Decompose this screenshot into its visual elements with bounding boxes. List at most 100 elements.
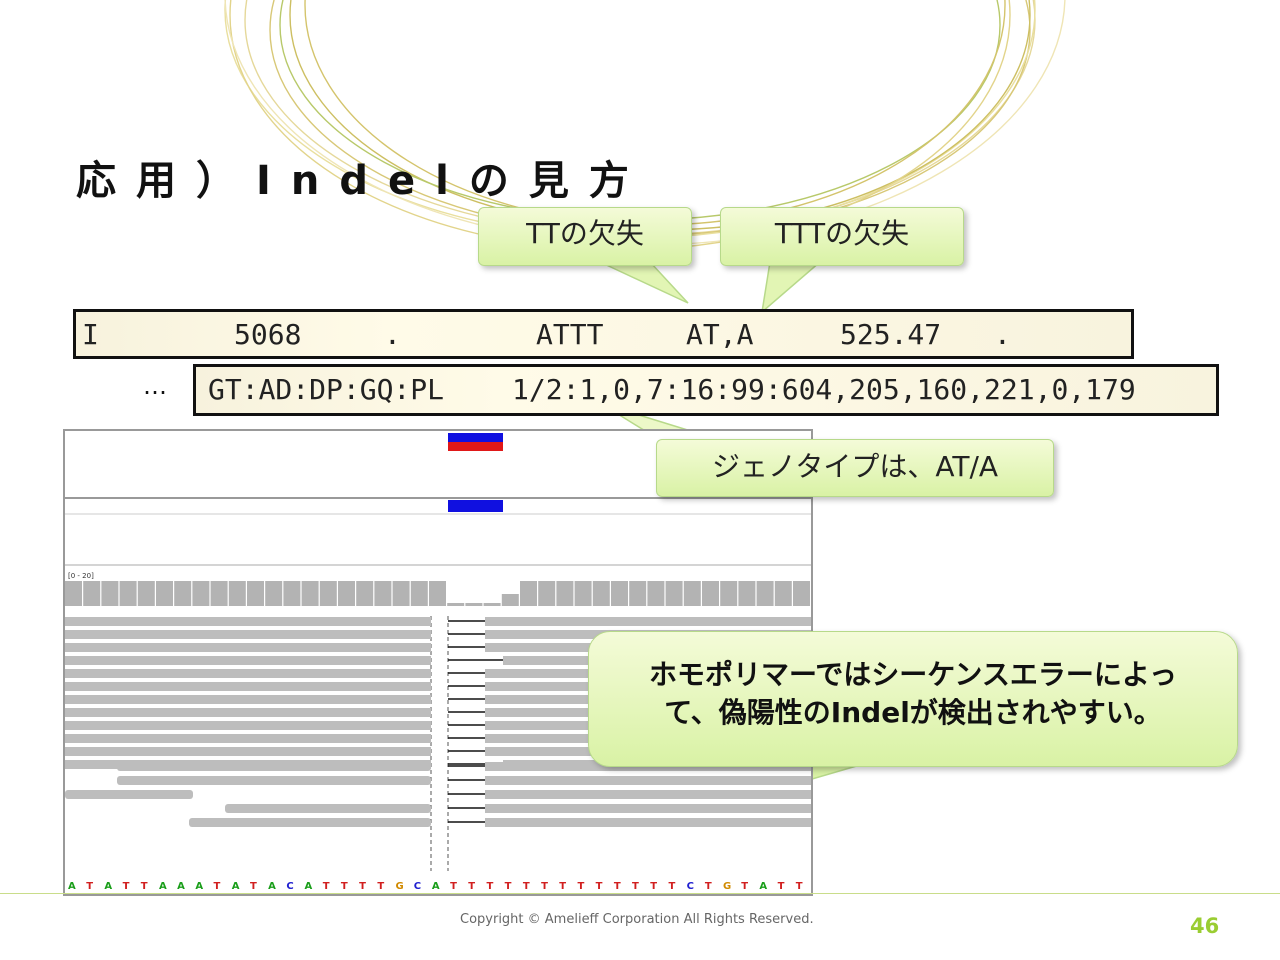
coverage-bar [247, 581, 264, 606]
coverage-bar [137, 581, 155, 606]
coverage-bar [756, 581, 774, 606]
coverage-bar [210, 581, 228, 606]
coverage-bar [592, 581, 610, 606]
callout-ttt-deletion: TTTの欠失 [720, 207, 964, 266]
read [485, 804, 811, 813]
reference-base: T [523, 881, 530, 892]
genotype-bar [448, 500, 503, 512]
reference-base: T [778, 881, 785, 892]
homopolymer-text-line1: ホモポリマーではシーケンスエラーによっ [648, 658, 1178, 691]
reference-base: G [396, 881, 404, 892]
coverage-bar [483, 603, 501, 606]
coverage-bar [83, 581, 101, 606]
vcf-id: . [384, 318, 401, 351]
coverage-bar [683, 581, 701, 606]
reference-base: T [359, 881, 366, 892]
read [65, 617, 431, 626]
read [65, 682, 431, 691]
coverage-bar [156, 581, 173, 606]
callout-tt-deletion: TTの欠失 [478, 207, 692, 266]
read [65, 669, 431, 678]
vcf-chrom: I [82, 318, 99, 351]
variant-allele-red [448, 442, 503, 451]
variant-allele-blue [448, 433, 503, 442]
ellipsis: … [143, 372, 167, 400]
coverage-bar [702, 581, 719, 606]
coverage-bar [265, 581, 283, 606]
reference-base: T [486, 881, 493, 892]
reference-base: T [86, 881, 93, 892]
coverage-bar [793, 581, 810, 606]
reference-base: A [432, 881, 440, 892]
callout-genotype: ジェノタイプは、AT/A [656, 439, 1054, 497]
coverage-bar [574, 581, 592, 606]
vcf-record-row: I 5068 . ATTT AT,A 525.47 . [73, 309, 1134, 359]
read [65, 656, 431, 665]
read [65, 708, 431, 717]
reference-base: T [741, 881, 748, 892]
coverage-bar [192, 581, 210, 606]
reference-base: T [668, 881, 675, 892]
coverage-bar [174, 581, 192, 606]
coverage-bar [520, 581, 537, 606]
read [65, 721, 431, 730]
coverage-bar [119, 581, 137, 606]
read [65, 630, 431, 639]
reference-base: G [723, 881, 731, 892]
read [485, 790, 811, 799]
read [65, 734, 431, 743]
reference-base: T [577, 881, 584, 892]
read [225, 804, 431, 813]
read [485, 818, 811, 827]
vcf-sample: 1/2:1,0,7:16:99:604,205,160,221,0,179 [512, 373, 1136, 406]
reference-base: A [305, 881, 313, 892]
reference-base: T [796, 881, 803, 892]
coverage-bar [338, 581, 355, 606]
reference-base: T [214, 881, 221, 892]
coverage-bar [501, 594, 519, 606]
coverage-bar [374, 581, 392, 606]
coverage-bar [301, 581, 319, 606]
coverage-bar [101, 581, 119, 606]
reference-base: A [159, 881, 167, 892]
read [485, 776, 811, 785]
read [65, 747, 431, 756]
reference-base: T [505, 881, 512, 892]
coverage-bar [647, 581, 665, 606]
read [485, 617, 811, 626]
reference-base: A [195, 881, 203, 892]
reference-base: T [468, 881, 475, 892]
coverage-bar [629, 581, 647, 606]
reference-base: T [450, 881, 457, 892]
callout-homopolymer: ホモポリマーではシーケンスエラーによっ て、偽陽性のIndelが検出されやすい。 [588, 631, 1238, 767]
coverage-bar [356, 581, 374, 606]
reference-base: T [341, 881, 348, 892]
footer-rule [0, 893, 1280, 894]
reference-base: A [68, 881, 76, 892]
coverage-bar [392, 581, 410, 606]
coverage-bar [429, 581, 446, 606]
coverage-bar [228, 581, 246, 606]
reference-base: C [286, 881, 293, 892]
copyright-footer: Copyright © Amelieff Corporation All Rig… [460, 912, 814, 927]
vcf-format: GT:AD:DP:GQ:PL [208, 373, 445, 406]
vcf-pos: 5068 [234, 318, 302, 351]
reference-base: T [632, 881, 639, 892]
coverage-bar [556, 581, 574, 606]
coverage-bar [283, 581, 301, 606]
coverage-bar [65, 581, 82, 606]
read [189, 818, 431, 827]
coverage-bar [738, 581, 756, 606]
vcf-ref: ATTT [536, 318, 604, 351]
page-number: 46 [1190, 914, 1220, 938]
reference-base: T [541, 881, 548, 892]
reference-base: A [759, 881, 767, 892]
read [65, 790, 193, 799]
reference-base: T [323, 881, 330, 892]
reference-base: A [177, 881, 185, 892]
vcf-alt: AT,A [686, 318, 754, 351]
coverage-bar [611, 581, 628, 606]
read [65, 643, 431, 652]
reference-base: C [414, 881, 421, 892]
coverage-bar [447, 603, 465, 606]
